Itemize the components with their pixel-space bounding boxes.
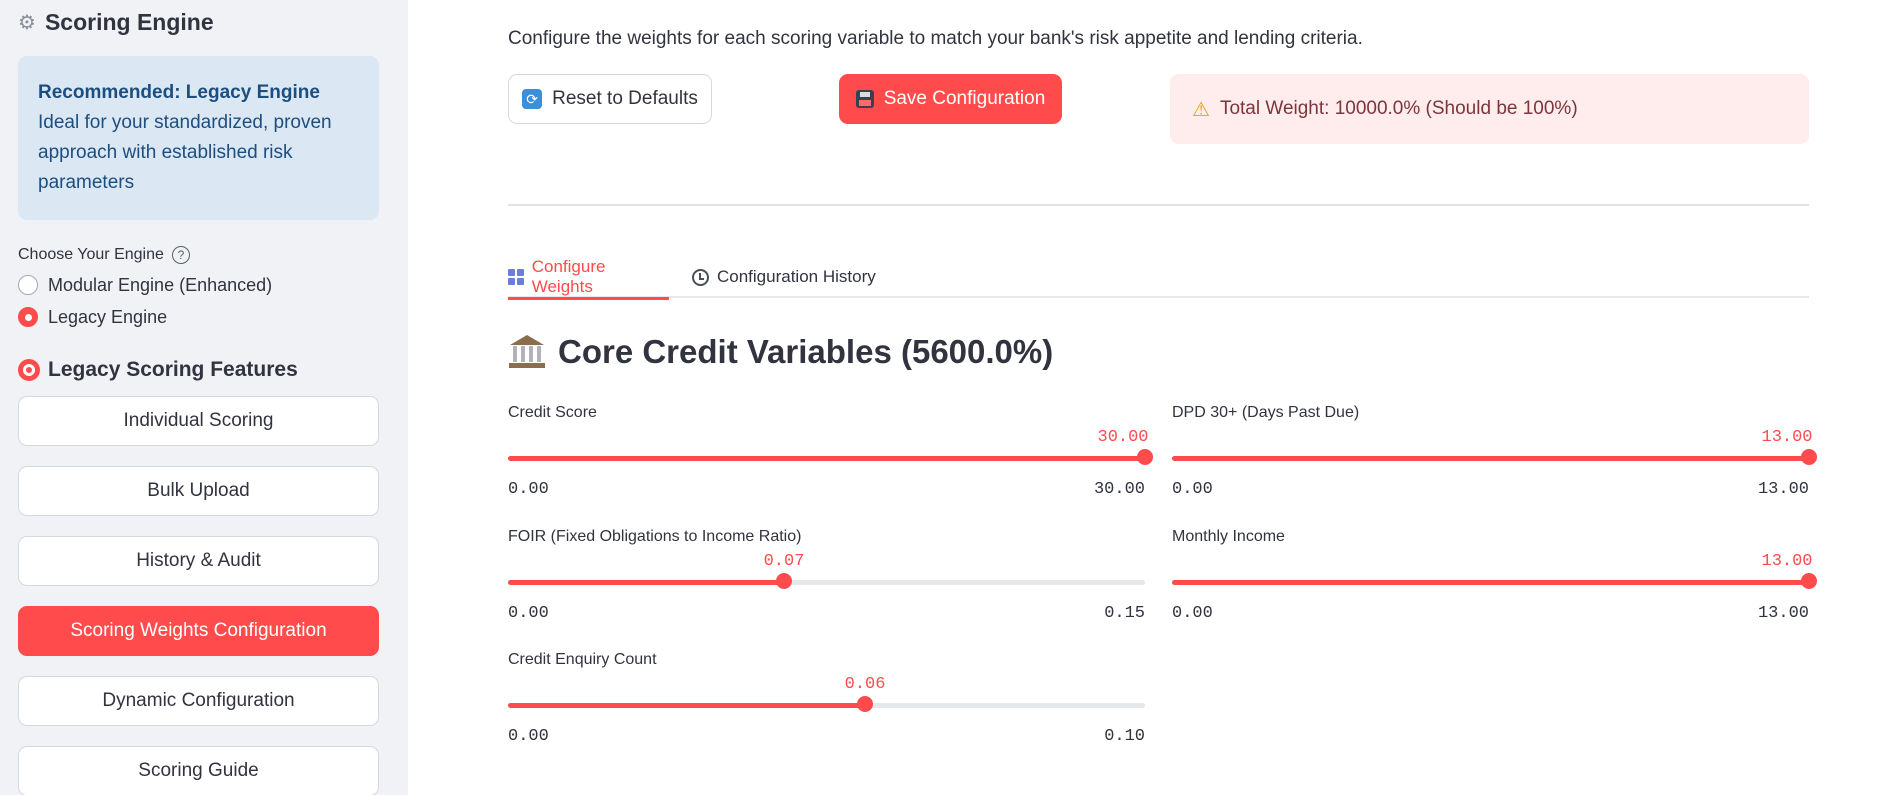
- slider-value: 30.00: [1097, 428, 1149, 447]
- radio-label: Modular Engine (Enhanced): [48, 274, 273, 295]
- slider-track[interactable]: [508, 703, 1145, 708]
- radio-label: Legacy Engine: [48, 306, 168, 327]
- nav-list: Individual Scoring Bulk Upload History &…: [18, 396, 379, 795]
- tab-label: Configure Weights: [531, 257, 606, 296]
- bank-icon: [508, 335, 546, 369]
- recommendation-text: Ideal for your standardized, proven appr…: [38, 112, 332, 193]
- sidebar: ⚙ Scoring Engine Recommended: Legacy Eng…: [0, 0, 408, 795]
- section-title-text: Core Credit Variables (5600.0%): [558, 333, 1054, 370]
- slider-min: 0.00: [1172, 480, 1213, 499]
- slider-thumb[interactable]: [1801, 573, 1817, 589]
- divider: [508, 204, 1809, 206]
- slider-track[interactable]: [508, 456, 1145, 461]
- radio-option-modular[interactable]: Modular Engine (Enhanced): [18, 274, 379, 296]
- nav-dynamic-configuration[interactable]: Dynamic Configuration: [18, 676, 379, 726]
- slider-label: Credit Score: [508, 404, 597, 421]
- slider-foir[interactable]: FOIR (Fixed Obligations to Income Ratio)…: [508, 528, 1145, 628]
- engine-choice-label: Choose Your Engine ?: [18, 246, 379, 264]
- sidebar-title: Scoring Engine: [44, 8, 214, 35]
- slider-max: 0.10: [1104, 727, 1145, 746]
- warning-text: Total Weight: 10000.0% (Should be 100%): [1219, 98, 1578, 119]
- nav-scoring-weights-configuration[interactable]: Scoring Weights Configuration: [18, 606, 379, 656]
- nav-history-audit[interactable]: History & Audit: [18, 536, 379, 586]
- tab-label: Configuration History: [717, 267, 876, 286]
- clock-icon: [692, 268, 709, 286]
- slider-min: 0.00: [1172, 604, 1213, 623]
- sidebar-header: ⚙ Scoring Engine: [18, 0, 379, 44]
- features-header: Legacy Scoring Features: [18, 358, 379, 382]
- slider-label: FOIR (Fixed Obligations to Income Ratio): [508, 528, 802, 545]
- total-weight-warning: ⚠ Total Weight: 10000.0% (Should be 100%…: [1170, 74, 1809, 144]
- slider-label: Credit Enquiry Count: [508, 651, 657, 668]
- tab-bar: Configure Weights Configuration History: [508, 256, 1809, 300]
- slider-fill: [1172, 580, 1809, 585]
- slider-track[interactable]: [1172, 580, 1809, 585]
- slider-value: 0.06: [844, 675, 886, 694]
- radio-button[interactable]: [18, 275, 38, 295]
- radio-option-legacy[interactable]: Legacy Engine: [18, 306, 379, 328]
- nav-bulk-upload[interactable]: Bulk Upload: [18, 466, 379, 516]
- reset-label: Reset to Defaults: [552, 88, 698, 109]
- radio-button-selected[interactable]: [18, 307, 38, 327]
- floppy-disk-icon: [855, 90, 874, 108]
- slider-max: 30.00: [1093, 480, 1145, 499]
- nav-individual-scoring[interactable]: Individual Scoring: [18, 396, 379, 446]
- slider-thumb[interactable]: [1801, 449, 1817, 465]
- slider-min: 0.00: [508, 727, 549, 746]
- slider-thumb[interactable]: [776, 573, 792, 589]
- slider-credit-enquiry-count[interactable]: Credit Enquiry Count 0.06 0.00 0.10: [508, 651, 1145, 751]
- slider-max: 13.00: [1757, 604, 1809, 623]
- slider-max: 13.00: [1757, 480, 1809, 499]
- gear-icon: ⚙: [18, 11, 36, 34]
- slider-min: 0.00: [508, 480, 549, 499]
- slider-credit-score[interactable]: Credit Score 30.00 0.00 30.00: [508, 404, 1153, 504]
- slider-min: 0.00: [508, 604, 549, 623]
- engine-choice-label-text: Choose Your Engine: [18, 246, 164, 263]
- refresh-icon: ⟳: [522, 89, 543, 109]
- main-content: Configure the weights for each scoring v…: [408, 0, 1896, 795]
- help-icon[interactable]: ?: [171, 246, 190, 264]
- save-configuration-button[interactable]: Save Configuration: [839, 74, 1062, 124]
- slider-fill: [508, 456, 1145, 461]
- slider-fill: [508, 703, 865, 708]
- slider-value: 13.00: [1761, 428, 1813, 447]
- grid-icon: [508, 269, 524, 285]
- reset-defaults-button[interactable]: ⟳ Reset to Defaults: [508, 74, 712, 124]
- slider-value: 0.07: [763, 552, 805, 571]
- target-icon: [18, 359, 40, 381]
- recommendation-info-box: Recommended: Legacy Engine Ideal for you…: [18, 56, 379, 220]
- slider-thumb[interactable]: [857, 696, 873, 712]
- slider-max: 0.15: [1104, 604, 1145, 623]
- intro-text: Configure the weights for each scoring v…: [508, 28, 1363, 49]
- tab-configure-weights[interactable]: Configure Weights: [508, 256, 669, 300]
- slider-track[interactable]: [508, 580, 1145, 585]
- slider-monthly-income[interactable]: Monthly Income 13.00 0.00 13.00: [1172, 528, 1817, 628]
- slider-thumb[interactable]: [1137, 449, 1153, 465]
- slider-value: 13.00: [1761, 552, 1813, 571]
- slider-dpd-30[interactable]: DPD 30+ (Days Past Due) 13.00 0.00 13.00: [1172, 404, 1817, 504]
- slider-fill: [1172, 456, 1809, 461]
- nav-scoring-guide[interactable]: Scoring Guide: [18, 746, 379, 795]
- app: ⚙ Scoring Engine Recommended: Legacy Eng…: [0, 0, 1896, 795]
- features-title: Legacy Scoring Features: [48, 358, 298, 381]
- slider-fill: [508, 580, 784, 585]
- section-title: Core Credit Variables (5600.0%): [508, 333, 1053, 371]
- tab-configuration-history[interactable]: Configuration History: [692, 256, 876, 298]
- slider-label: DPD 30+ (Days Past Due): [1172, 404, 1360, 421]
- recommendation-strong: Recommended: Legacy Engine: [38, 82, 320, 103]
- slider-track[interactable]: [1172, 456, 1809, 461]
- save-label: Save Configuration: [883, 88, 1046, 109]
- slider-label: Monthly Income: [1172, 528, 1285, 545]
- warning-icon: ⚠: [1192, 98, 1210, 121]
